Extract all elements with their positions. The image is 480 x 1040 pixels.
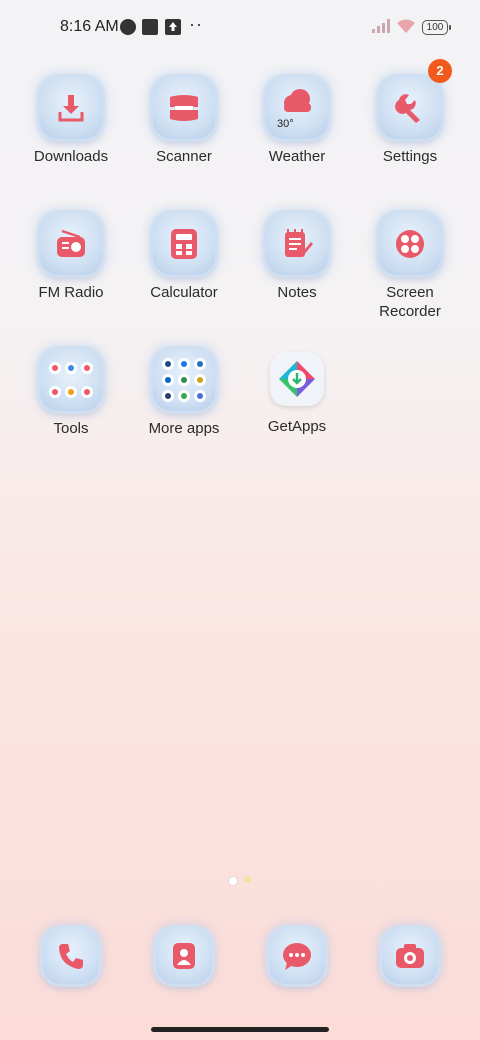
battery-indicator: 100 <box>422 20 451 35</box>
app-label: GetApps <box>267 418 327 435</box>
notification-badge: 2 <box>428 59 452 83</box>
app-mini-icon <box>177 358 190 371</box>
app-label: FM Radio <box>38 284 104 301</box>
app-label: Scanner <box>156 148 212 165</box>
wifi-icon <box>397 19 415 33</box>
dock-camera[interactable] <box>355 928 465 984</box>
scanner-icon <box>153 77 215 139</box>
app-label: Screen Recorder <box>355 283 465 321</box>
app-weather[interactable]: 30° Weather <box>242 77 352 166</box>
home-gesture-bar[interactable] <box>151 1027 329 1032</box>
app-mini-icon <box>162 358 175 371</box>
clock: 8:16 AM <box>60 18 119 35</box>
circle-notification-icon <box>120 19 136 35</box>
app-mini-icon <box>177 373 190 386</box>
weather-icon: 30° <box>266 77 328 139</box>
radio-icon <box>40 213 102 275</box>
app-mini-icon <box>193 389 206 402</box>
app-mini-icon <box>177 389 190 402</box>
folder-more-apps[interactable]: More apps <box>129 349 239 438</box>
app-label: Notes <box>277 284 317 301</box>
app-fm-radio[interactable]: FM Radio <box>16 213 126 302</box>
app-notes[interactable]: Notes <box>242 213 352 302</box>
more-apps-folder-icon <box>153 349 215 411</box>
status-bar: 8:16 AM ·· 100 <box>0 0 480 56</box>
tools-folder-icon <box>40 349 102 411</box>
phone-icon <box>43 928 99 984</box>
dock-phone[interactable] <box>16 928 126 984</box>
more-dots-icon: ·· <box>189 14 203 34</box>
app-downloads[interactable]: Downloads <box>16 77 126 166</box>
app-mini-icon <box>49 385 62 398</box>
app-mini-icon <box>80 362 93 375</box>
signal-icon <box>372 19 390 33</box>
page-dot <box>244 876 251 883</box>
folder-tools[interactable]: Tools <box>16 349 126 438</box>
app-mini-icon <box>49 362 62 375</box>
upload-notification-icon <box>165 19 181 35</box>
app-scanner[interactable]: Scanner <box>129 77 239 166</box>
weather-temperature: 30° <box>277 118 294 130</box>
app-calculator[interactable]: Calculator <box>129 213 239 302</box>
app-label: Tools <box>53 420 89 437</box>
app-label-line: Screen <box>386 284 434 301</box>
app-label-line: Recorder <box>379 303 441 320</box>
app-settings[interactable]: Settings <box>355 77 465 166</box>
app-label: Weather <box>268 148 326 165</box>
calculator-icon <box>153 213 215 275</box>
app-getapps[interactable]: GetApps <box>242 352 352 436</box>
app-label: Settings <box>382 148 438 165</box>
dock-contacts[interactable] <box>129 928 239 984</box>
notes-icon <box>266 213 328 275</box>
square-notification-icon <box>142 19 158 35</box>
contacts-icon <box>156 928 212 984</box>
app-mini-icon <box>162 389 175 402</box>
screen-recorder-icon <box>379 213 441 275</box>
app-mini-icon <box>162 373 175 386</box>
app-label: More apps <box>148 420 220 437</box>
app-label: Calculator <box>150 284 218 301</box>
app-screen-recorder[interactable]: Screen Recorder <box>355 213 465 321</box>
app-mini-icon <box>193 358 206 371</box>
getapps-icon <box>270 352 324 406</box>
settings-icon <box>379 77 441 139</box>
camera-icon <box>382 928 438 984</box>
app-mini-icon <box>64 362 77 375</box>
downloads-icon <box>40 77 102 139</box>
app-mini-icon <box>64 385 77 398</box>
app-label: Downloads <box>33 148 109 165</box>
app-mini-icon <box>193 373 206 386</box>
app-mini-icon <box>80 385 93 398</box>
page-dot-active <box>228 876 238 886</box>
messages-icon <box>269 928 325 984</box>
dock-messages[interactable] <box>242 928 352 984</box>
